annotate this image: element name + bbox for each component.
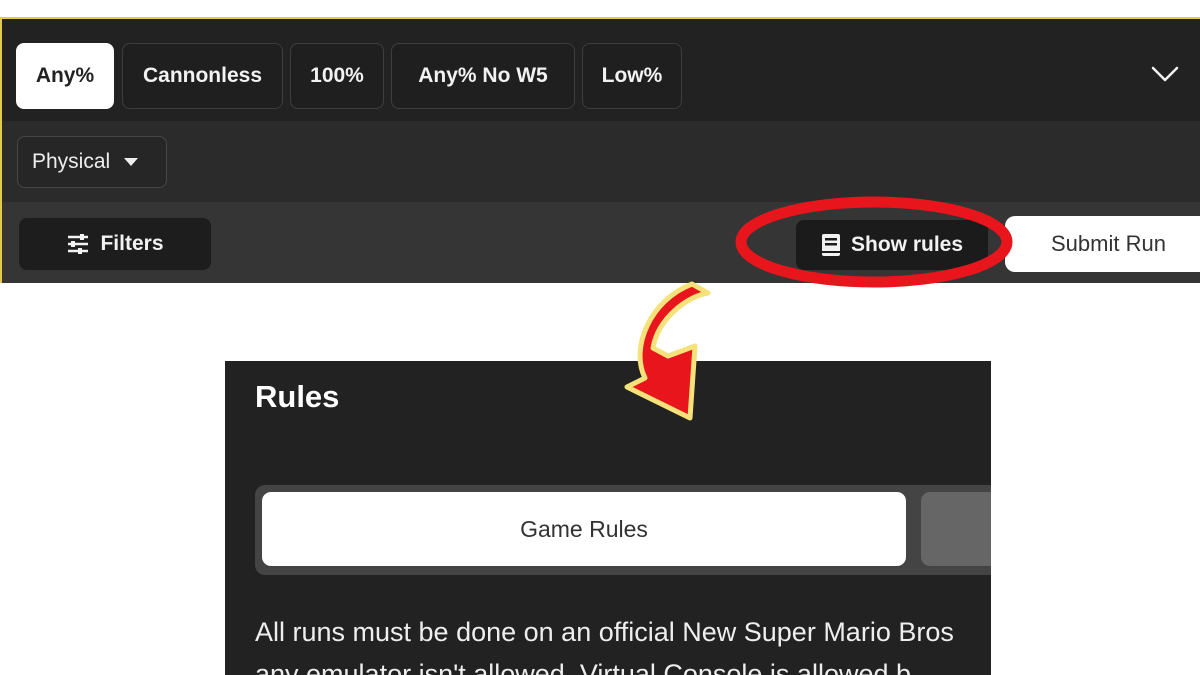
tab-game-rules[interactable]: Game Rules [262, 492, 906, 566]
actions-bar: Filters Show rules Submit Run [0, 202, 1200, 283]
rules-panel: Rules Game Rules All runs must be done o… [225, 361, 991, 675]
caret-down-icon [124, 158, 139, 166]
book-icon [821, 234, 840, 256]
chevron-down-icon[interactable] [1150, 63, 1180, 85]
platform-filter-bar: Physical [0, 121, 1200, 202]
category-tabs-bar: Any% Cannonless 100% Any% No W5 Low% [0, 17, 1200, 121]
platform-dropdown-value: Physical [32, 150, 111, 173]
tab-category-rules[interactable] [921, 492, 991, 566]
rules-body: All runs must be done on an official New… [255, 611, 991, 675]
filters-button[interactable]: Filters [19, 218, 211, 270]
rules-title: Rules [255, 379, 340, 414]
rules-body-line: All runs must be done on an official New… [255, 617, 954, 647]
tab-any-percent-no-w5[interactable]: Any% No W5 [391, 43, 575, 109]
show-rules-label: Show rules [850, 233, 964, 256]
filters-label: Filters [100, 232, 164, 255]
tab-100-percent[interactable]: 100% [290, 43, 384, 109]
tab-low-percent[interactable]: Low% [582, 43, 682, 109]
submit-run-label: Submit Run [1051, 231, 1166, 256]
platform-dropdown[interactable]: Physical [17, 136, 167, 188]
rules-body-line: any emulator isn't allowed. Virtual Cons… [255, 659, 912, 675]
tab-any-percent[interactable]: Any% [16, 43, 114, 109]
show-rules-button[interactable]: Show rules [796, 220, 988, 270]
leaderboard-category-panel: Any% Cannonless 100% Any% No W5 Low% Phy… [0, 0, 1200, 283]
sliders-icon [68, 234, 89, 254]
submit-run-button[interactable]: Submit Run [1005, 216, 1200, 272]
rules-tabs: Game Rules [255, 485, 991, 575]
tab-cannonless[interactable]: Cannonless [122, 43, 283, 109]
